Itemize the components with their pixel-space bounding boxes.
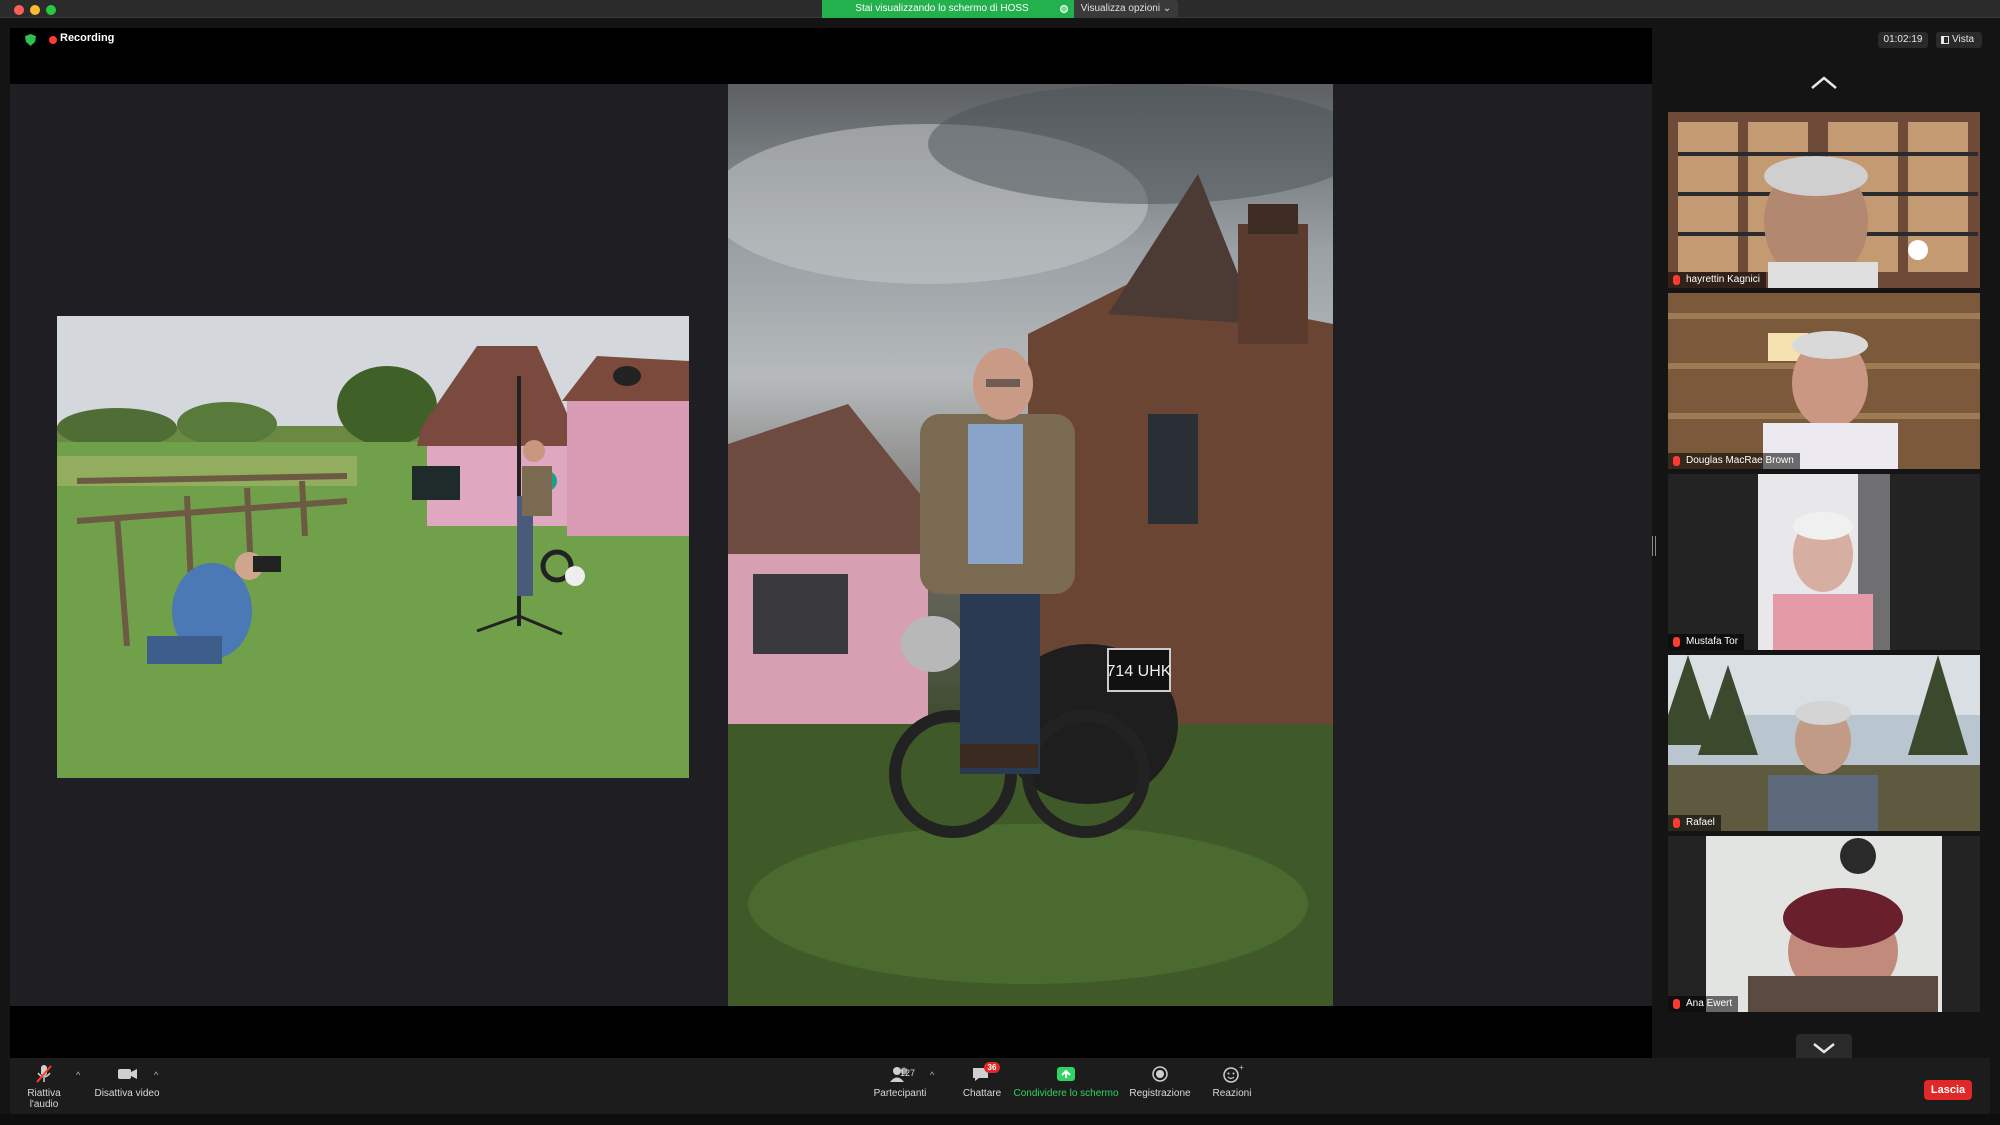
stop-video-button[interactable]: Disattiva video [94,1058,160,1114]
presentation-slide: 714 UHK [10,84,1652,1006]
recording-dot-icon [49,36,57,44]
share-screen-icon [1054,1064,1078,1084]
participant-video [1668,655,1980,831]
participant-tile[interactable]: Mustafa Tor [1668,474,1980,650]
share-screen-label: Condividere lo schermo [1013,1088,1119,1099]
reactions-button[interactable]: + Reazioni [1202,1058,1262,1114]
participant-tile[interactable]: Douglas MacRae Brown [1668,293,1980,469]
meeting-timer: 01:02:19 [1878,32,1928,48]
chat-bubble-icon: 36 [970,1062,1000,1084]
unmute-button[interactable]: Riattiva l'audio [14,1058,74,1114]
maximize-window-button[interactable] [46,5,56,15]
participant-name-label: Rafael [1668,815,1721,831]
stage-top-bar: Recording [10,28,1652,84]
leave-meeting-button[interactable]: Lascia [1924,1080,1972,1100]
portrait-photo: 714 UHK [728,84,1333,1006]
view-button[interactable]: Vista [1936,32,1982,48]
participant-name: Rafael [1686,817,1715,828]
close-window-button[interactable] [14,5,24,15]
video-options-caret-icon[interactable]: ^ [154,1070,158,1080]
muted-mic-icon [1673,818,1680,828]
video-camera-icon [115,1064,139,1084]
participants-options-caret-icon[interactable]: ^ [930,1070,934,1080]
screen-share-banner: Stai visualizzando lo schermo di HOSS [822,0,1074,18]
participant-name: Mustafa Tor [1686,636,1739,647]
audio-options-caret-icon[interactable]: ^ [76,1070,80,1080]
participants-count: 127 [900,1068,916,1078]
shared-screen: Recording 714 UHK [10,28,1652,1058]
chat-unread-badge: 36 [984,1062,1000,1073]
muted-mic-icon [1673,637,1680,647]
view-layout-icon [1941,36,1949,44]
meeting-toolbar: Riattiva l'audio ^ Disattiva video ^ 127… [10,1058,1990,1114]
participant-name-label: hayrettin Kagnici [1668,272,1766,288]
behind-the-scenes-photo [57,316,689,778]
participant-name-label: Ana Ewert [1668,996,1739,1012]
window-titlebar: Stai visualizzando lo schermo di HOSS Vi… [0,0,2000,18]
portrait-illustration: 714 UHK [728,84,1333,1006]
muted-mic-icon [1673,999,1680,1009]
participant-tile[interactable]: Rafael [1668,655,1980,831]
participants-button[interactable]: 127 Partecipanti [862,1058,938,1114]
stage-bottom-bar [10,1006,1652,1058]
participant-video [1668,293,1980,469]
participants-icon: 127 [878,1064,922,1084]
recording-label: Recording [60,32,115,44]
minimize-window-button[interactable] [30,5,40,15]
chat-label: Chattare [962,1088,1002,1099]
participant-name: Ana Ewert [1686,998,1733,1009]
chat-button[interactable]: 36 Chattare [950,1058,1014,1114]
record-icon [1148,1064,1172,1084]
record-button[interactable]: Registrazione [1124,1058,1196,1114]
participant-name: hayrettin Kagnici [1686,274,1760,285]
muted-mic-icon [1673,456,1680,466]
participant-name-label: Mustafa Tor [1668,634,1745,650]
participant-name-label: Douglas MacRae Brown [1668,453,1800,469]
unmute-label: Riattiva l'audio [27,1088,61,1110]
participant-video [1668,112,1980,288]
license-plate: 714 UHK [1107,663,1172,680]
share-screen-button[interactable]: Condividere lo schermo [1010,1058,1122,1114]
stop-video-label: Disattiva video [94,1088,160,1099]
record-label: Registrazione [1129,1088,1191,1099]
participant-video [1668,836,1980,1012]
participant-video [1668,474,1980,650]
reactions-label: Reazioni [1212,1088,1252,1099]
gallery-scroll-up-icon[interactable] [1808,72,1840,94]
muted-microphone-icon [32,1064,56,1084]
participant-tile[interactable]: hayrettin Kagnici [1668,112,1980,288]
share-status-icon [1060,5,1068,13]
panel-resize-handle[interactable] [1652,536,1656,556]
participant-name: Douglas MacRae Brown [1686,455,1794,466]
behind-the-scenes-illustration [57,316,689,778]
screen-share-banner-text: Stai visualizzando lo schermo di HOSS [855,3,1029,14]
encryption-shield-icon[interactable] [25,34,36,46]
view-button-label: Vista [1952,34,1975,45]
smiley-reaction-icon: + [1220,1063,1244,1084]
participants-label: Partecipanti [873,1088,927,1099]
participant-tile[interactable]: Ana Ewert [1668,836,1980,1012]
view-options-button[interactable]: Visualizza opzioni ⌄ [1074,0,1178,18]
svg-text:+: + [1239,1064,1244,1072]
window-bottom-edge [0,1114,2000,1125]
muted-mic-icon [1673,275,1680,285]
